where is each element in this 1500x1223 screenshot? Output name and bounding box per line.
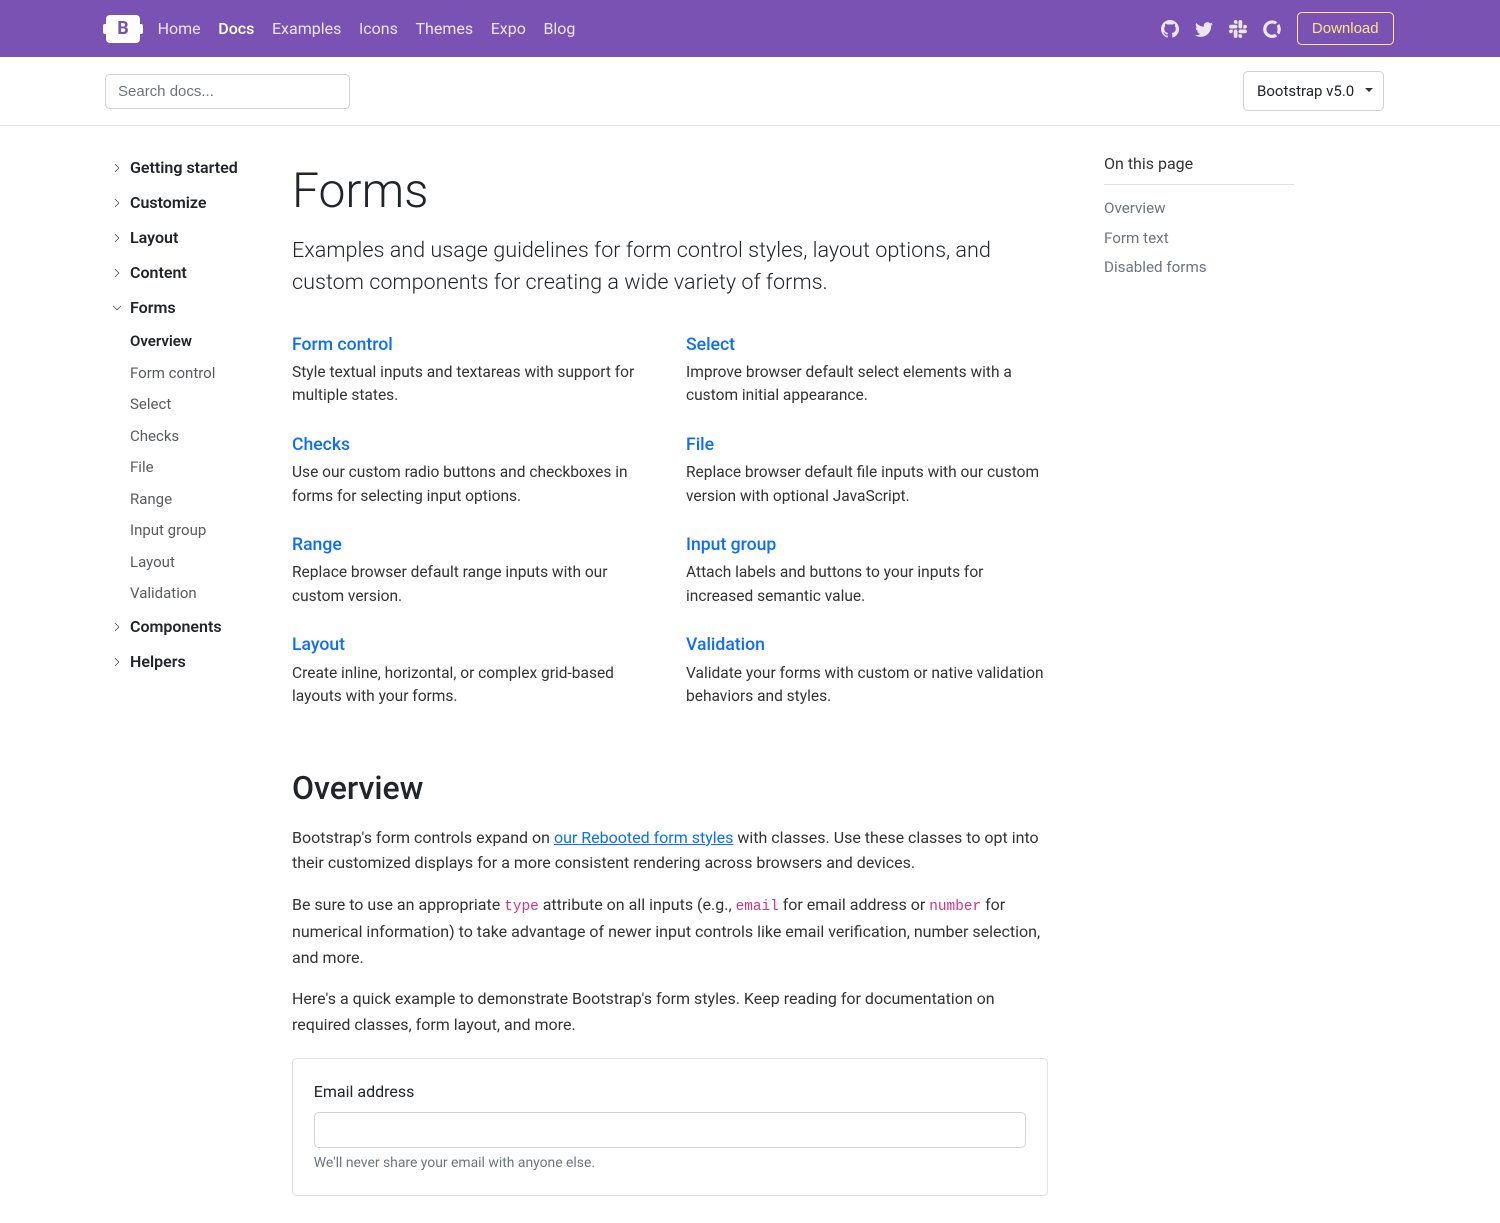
overview-p1: Bootstrap's form controls expand on our … — [292, 825, 1048, 876]
sidebar-item-validation[interactable]: Validation — [130, 578, 260, 609]
chevron-right-icon — [110, 301, 124, 315]
section-range: RangeReplace browser default range input… — [292, 532, 654, 624]
main-content: Forms Examples and usage guidelines for … — [260, 126, 1080, 1223]
sidebar: Getting startedCustomizeLayoutContentFor… — [0, 126, 260, 1223]
sidebar-group-content[interactable]: Content — [110, 256, 260, 291]
chevron-right-icon — [110, 266, 124, 280]
reboot-link[interactable]: our Rebooted form styles — [554, 828, 733, 847]
navbar-left: B Home Docs Examples Icons Themes Expo Blog — [16, 15, 575, 43]
nav-home[interactable]: Home — [158, 17, 201, 41]
overview-p3: Here's a quick example to demonstrate Bo… — [292, 986, 1048, 1037]
email-field[interactable] — [314, 1112, 1026, 1148]
navbar-right: Download — [1161, 12, 1485, 45]
section-link[interactable]: Layout — [292, 635, 345, 655]
section-link[interactable]: Input group — [686, 535, 776, 555]
chevron-right-icon — [110, 161, 124, 175]
top-navbar: B Home Docs Examples Icons Themes Expo Blog Do… — [0, 0, 1500, 57]
sidebar-group-helpers[interactable]: Helpers — [110, 644, 260, 679]
page-lead: Examples and usage guidelines for form c… — [292, 235, 1048, 300]
github-icon[interactable] — [1161, 20, 1179, 38]
section-link[interactable]: Validation — [686, 635, 765, 655]
section-checks: ChecksUse our custom radio buttons and c… — [292, 432, 654, 524]
section-file: FileReplace browser default file inputs … — [686, 432, 1048, 524]
sidebar-item-input-group[interactable]: Input group — [130, 515, 260, 546]
nav-themes[interactable]: Themes — [415, 17, 473, 41]
sidebar-group-customize[interactable]: Customize — [110, 185, 260, 220]
section-layout: LayoutCreate inline, horizontal, or comp… — [292, 632, 654, 724]
example-box: Email address We'll never share your ema… — [292, 1058, 1048, 1195]
section-link[interactable]: Checks — [292, 435, 350, 455]
overview-heading: Overview — [292, 764, 1048, 812]
section-link[interactable]: Select — [686, 335, 735, 355]
toc-title: On this page — [1104, 152, 1294, 185]
code-number: number — [929, 899, 981, 915]
overview-p2: Be sure to use an appropriate type attri… — [292, 892, 1048, 970]
table-of-contents: On this page OverviewForm textDisabled f… — [1080, 126, 1310, 1223]
sidebar-item-overview[interactable]: Overview — [130, 326, 260, 357]
twitter-icon[interactable] — [1195, 20, 1213, 38]
code-email: email — [736, 899, 779, 915]
code-type: type — [504, 899, 539, 915]
sidebar-item-range[interactable]: Range — [130, 483, 260, 514]
nav-icons[interactable]: Icons — [359, 17, 398, 41]
chevron-right-icon — [110, 231, 124, 245]
sidebar-group-components[interactable]: Components — [110, 609, 260, 644]
sidebar-item-checks[interactable]: Checks — [130, 420, 260, 451]
sidebar-item-select[interactable]: Select — [130, 389, 260, 420]
download-button[interactable]: Download — [1297, 12, 1395, 45]
toc-overview[interactable]: Overview — [1104, 194, 1294, 223]
sidebar-item-file[interactable]: File — [130, 452, 260, 483]
section-link[interactable]: File — [686, 435, 714, 455]
sidebar-item-form-control[interactable]: Form control — [130, 357, 260, 388]
subnav: Bootstrap v5.0 — [0, 57, 1500, 126]
nav-expo[interactable]: Expo — [491, 17, 526, 41]
toc-form-text[interactable]: Form text — [1104, 223, 1294, 252]
chevron-right-icon — [110, 620, 124, 634]
sections-grid: Form controlStyle textual inputs and tex… — [292, 332, 1048, 724]
nav-examples[interactable]: Examples — [272, 17, 341, 41]
section-link[interactable]: Range — [292, 535, 342, 555]
section-link[interactable]: Form control — [292, 335, 393, 355]
section-validation: ValidationValidate your forms with custo… — [686, 632, 1048, 724]
toc-disabled-forms[interactable]: Disabled forms — [1104, 253, 1294, 282]
sidebar-item-layout[interactable]: Layout — [130, 546, 260, 577]
section-form-control: Form controlStyle textual inputs and tex… — [292, 332, 654, 424]
opencollective-icon[interactable] — [1263, 20, 1281, 38]
section-input-group: Input groupAttach labels and buttons to … — [686, 532, 1048, 624]
email-label: Email address — [314, 1080, 1026, 1104]
section-select: SelectImprove browser default select ele… — [686, 332, 1048, 424]
sidebar-group-forms[interactable]: Forms — [110, 291, 260, 326]
chevron-right-icon — [110, 196, 124, 210]
nav-docs[interactable]: Docs — [218, 17, 254, 41]
sidebar-group-layout[interactable]: Layout — [110, 220, 260, 255]
chevron-right-icon — [110, 655, 124, 669]
email-help-text: We'll never share your email with anyone… — [314, 1153, 1026, 1174]
bootstrap-logo[interactable]: B — [106, 15, 140, 43]
version-selector[interactable]: Bootstrap v5.0 — [1243, 71, 1384, 112]
search-input[interactable] — [105, 74, 350, 109]
sidebar-group-getting-started[interactable]: Getting started — [110, 150, 260, 185]
slack-icon[interactable] — [1229, 20, 1247, 38]
page-title: Forms — [292, 155, 1048, 227]
nav-blog[interactable]: Blog — [543, 17, 575, 41]
